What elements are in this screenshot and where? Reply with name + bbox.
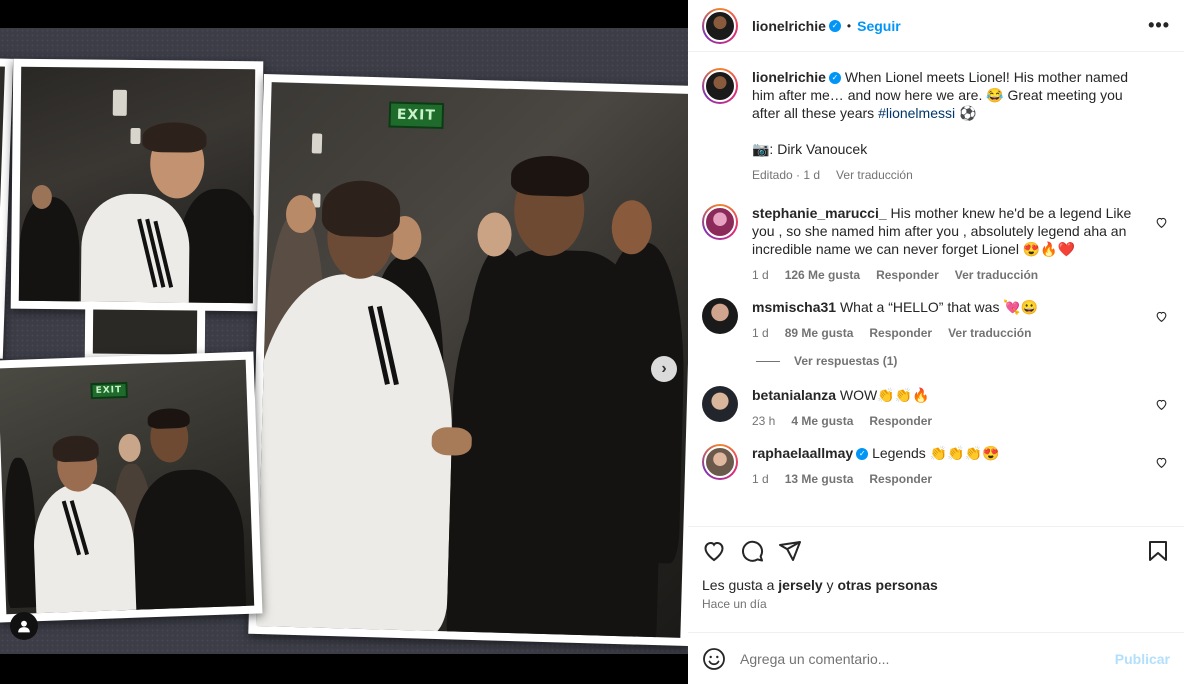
comment-text: WOW👏👏🔥	[839, 387, 930, 403]
comment-item: msmischa31 What a “HELLO” that was 💘😀 1 …	[702, 298, 1168, 342]
likes-mid: y	[822, 577, 838, 593]
caption-translate-link[interactable]: Ver traducción	[836, 166, 913, 184]
comment-text: What a “HELLO” that was 💘😀	[839, 299, 1039, 315]
comment-body: stephanie_marucci_ His mother knew he'd …	[752, 204, 1168, 284]
commenter-avatar[interactable]	[702, 298, 738, 334]
translate-link[interactable]: Ver traducción	[955, 266, 1038, 284]
author-username[interactable]: lionelrichie	[752, 18, 826, 34]
comment-username[interactable]: raphaelaallmay	[752, 445, 853, 461]
caption-end: ⚽	[955, 105, 977, 121]
collage-photo-handshake: EXIT	[248, 73, 688, 647]
caption-meta: Editado · 1 d Ver traducción	[752, 166, 1142, 184]
comment-meta: 1 d 13 Me gusta Responder	[752, 470, 1142, 488]
reply-button[interactable]: Responder	[869, 412, 932, 430]
comment-time: 1 d	[752, 326, 769, 340]
author-avatar-small[interactable]	[702, 68, 738, 104]
comment-meta: 23 h 4 Me gusta Responder	[752, 412, 1142, 430]
comments-list[interactable]: lionelrichie ✓ When Lionel meets Lionel! …	[688, 52, 1184, 526]
comment-time: 1 d	[752, 268, 769, 282]
separator-dot: •	[846, 18, 852, 33]
commenter-avatar[interactable]	[702, 386, 738, 422]
follow-button[interactable]: Seguir	[857, 18, 901, 34]
caption-username[interactable]: lionelrichie	[752, 69, 826, 85]
share-paper-plane-icon[interactable]	[778, 539, 802, 563]
post-timestamp: Hace un día	[702, 597, 767, 611]
comment-username[interactable]: stephanie_marucci_	[752, 205, 887, 221]
post-panel: lionelrichie ✓ • Seguir ••• lionelrichie…	[688, 0, 1184, 684]
like-comment-heart-icon[interactable]	[1155, 216, 1168, 229]
like-comment-heart-icon[interactable]	[1155, 398, 1168, 411]
comment-item: betanialanza WOW👏👏🔥 23 h 4 Me gusta Resp…	[702, 386, 1168, 430]
translate-link[interactable]: Ver traducción	[948, 324, 1031, 342]
comment-meta: 1 d 126 Me gusta Responder Ver traducció…	[752, 266, 1142, 284]
comment-body: betanialanza WOW👏👏🔥 23 h 4 Me gusta Resp…	[752, 386, 1168, 430]
user-icon	[18, 620, 30, 633]
verified-icon: ✓	[828, 19, 841, 32]
comment-likes[interactable]: 4 Me gusta	[791, 412, 853, 430]
like-comment-heart-icon[interactable]	[1155, 310, 1168, 323]
comment-likes[interactable]: 89 Me gusta	[785, 324, 854, 342]
caption-time: Editado · 1 d	[752, 168, 821, 182]
like-heart-icon[interactable]	[702, 539, 726, 563]
more-options-icon[interactable]: •••	[1148, 15, 1170, 36]
reply-button[interactable]: Responder	[876, 266, 939, 284]
likes-others-link[interactable]: otras personas	[837, 577, 937, 593]
emoji-icon[interactable]	[702, 647, 726, 671]
view-replies-button[interactable]: Ver respuestas (1)	[756, 354, 1168, 368]
comment-composer: Publicar	[688, 632, 1184, 684]
likes-user-link[interactable]: jersely	[778, 577, 822, 593]
exit-sign: EXIT	[388, 101, 445, 130]
like-comment-heart-icon[interactable]	[1155, 456, 1168, 469]
likes-prefix: Les gusta a	[702, 577, 779, 593]
comment-input[interactable]	[740, 650, 1101, 667]
collage-photo-greeting: EXIT	[0, 351, 263, 623]
collage-background: EXIT EXIT ›	[0, 28, 688, 654]
hashtag-link[interactable]: #lionelmessi	[878, 105, 955, 121]
commenter-avatar[interactable]	[702, 444, 738, 480]
verified-icon: ✓	[856, 448, 869, 461]
comment-bubble-icon[interactable]	[740, 539, 764, 563]
author-avatar[interactable]	[702, 7, 738, 44]
comment-time: 23 h	[752, 414, 776, 428]
comment-body: raphaelaallmay ✓ Legends 👏👏👏😍 1 d 13 Me g…	[752, 444, 1168, 488]
collage-strip	[84, 305, 206, 359]
comment-time: 1 d	[752, 472, 769, 486]
exit-sign-small: EXIT	[90, 381, 128, 400]
view-replies-label: Ver respuestas (1)	[794, 354, 898, 368]
carousel-next-button[interactable]: ›	[651, 356, 677, 382]
save-bookmark-icon[interactable]	[1146, 539, 1170, 563]
comment-meta: 1 d 89 Me gusta Responder Ver traducción	[752, 324, 1142, 342]
replies-line	[756, 360, 780, 362]
comment-username[interactable]: msmischa31	[752, 299, 836, 315]
comment-username[interactable]: betanialanza	[752, 387, 836, 403]
photo-credit: 📷: Dirk Vanoucek	[752, 141, 868, 157]
comment-item: stephanie_marucci_ His mother knew he'd …	[702, 204, 1168, 284]
likes-summary: Les gusta a jersely y otras personas	[702, 577, 1170, 593]
comment-likes[interactable]: 126 Me gusta	[785, 266, 860, 284]
comment-body: msmischa31 What a “HELLO” that was 💘😀 1 …	[752, 298, 1168, 342]
action-icons	[702, 539, 1170, 563]
caption: lionelrichie ✓ When Lionel meets Lionel! …	[702, 68, 1168, 184]
reply-button[interactable]: Responder	[869, 470, 932, 488]
commenter-avatar[interactable]	[702, 204, 738, 240]
publish-button[interactable]: Publicar	[1115, 651, 1170, 667]
post-header: lionelrichie ✓ • Seguir •••	[688, 0, 1184, 52]
comment-likes[interactable]: 13 Me gusta	[785, 470, 854, 488]
reply-button[interactable]: Responder	[869, 324, 932, 342]
tagged-users-button[interactable]	[10, 612, 38, 640]
post-media[interactable]: EXIT EXIT ›	[0, 0, 688, 684]
caption-body: lionelrichie ✓ When Lionel meets Lionel! …	[752, 68, 1168, 184]
post-actions: Les gusta a jersely y otras personas Hac…	[688, 526, 1184, 632]
verified-icon: ✓	[828, 72, 841, 85]
comment-item: raphaelaallmay ✓ Legends 👏👏👏😍 1 d 13 Me g…	[702, 444, 1168, 488]
collage-photo-messi-smiling	[10, 58, 264, 312]
comment-text: Legends 👏👏👏😍	[872, 445, 1000, 461]
